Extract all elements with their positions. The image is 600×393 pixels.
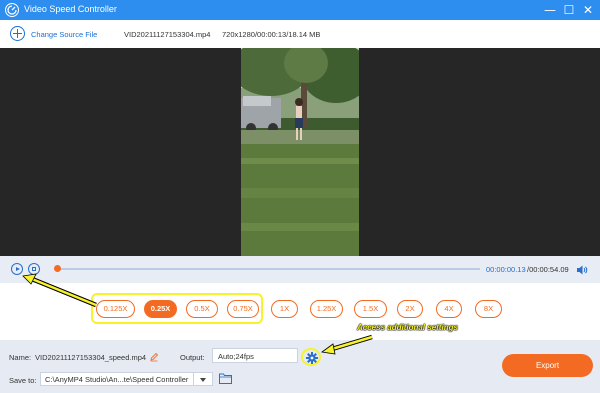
speed-option-button[interactable]: 1.25X [310,300,343,318]
speed-option-button[interactable]: 2X [397,300,423,318]
output-name-value: VID20211127153304_speed.mp4 [35,353,147,362]
minimize-button[interactable]: — [542,2,558,18]
add-icon[interactable] [10,26,25,41]
open-folder-icon[interactable] [219,373,232,384]
app-logo-icon [5,3,19,17]
source-file-name: VID20211127153304.mp4 [124,30,211,39]
speed-option-button[interactable]: 8X [475,300,502,318]
speed-option-button[interactable]: 1.5X [354,300,387,318]
progress-track[interactable] [56,268,480,270]
source-file-meta: 720x1280/00:00:13/18.14 MB [222,30,321,39]
save-path-value: C:\AnyMP4 Studio\An...te\Speed Controlle… [45,375,189,384]
video-preview [0,48,600,256]
edit-name-icon[interactable] [149,352,159,362]
output-label: Output: [180,353,205,362]
export-button[interactable]: Export [502,354,593,377]
name-label: Name: [9,353,32,362]
play-button[interactable] [11,263,23,275]
save-path-dropdown[interactable] [193,372,213,386]
video-frame [241,48,359,256]
volume-icon[interactable] [576,264,588,276]
playback-bar: 00:00:00.13 /00:00:54.09 [0,256,600,283]
speed-option-button[interactable]: 1X [271,300,298,318]
close-button[interactable]: ✕ [580,2,596,18]
stop-button[interactable] [28,263,40,275]
total-time: /00:00:54.09 [527,265,569,274]
play-icon [16,267,20,271]
gear-icon [306,352,318,364]
window-title: Video Speed Controller [24,4,117,14]
progress-thumb[interactable] [54,265,61,272]
title-bar: Video Speed Controller — ☐ ✕ [0,0,600,20]
output-panel: Name: VID20211127153304_speed.mp4 Output… [0,340,600,393]
change-source-file-button[interactable]: Change Source File [31,30,97,39]
output-format-field[interactable]: Auto;24fps [212,348,298,363]
file-info-bar: Change Source File VID20211127153304.mp4… [0,20,600,48]
settings-gear-button[interactable] [301,348,321,366]
save-path-field[interactable]: C:\AnyMP4 Studio\An...te\Speed Controlle… [40,372,213,386]
annotation-text: Access additional settings [357,323,458,332]
stop-icon [32,267,36,271]
current-time: 00:00:00.13 [486,265,526,274]
highlight-box [91,293,263,324]
speed-option-button[interactable]: 4X [436,300,462,318]
maximize-button[interactable]: ☐ [561,2,577,18]
save-to-label: Save to: [9,376,37,385]
output-format-value: Auto;24fps [218,352,254,361]
speed-options: 0.125X 0.25X 0.5X 0.75X 1X 1.25X 1.5X 2X 4X 8X [0,283,600,340]
